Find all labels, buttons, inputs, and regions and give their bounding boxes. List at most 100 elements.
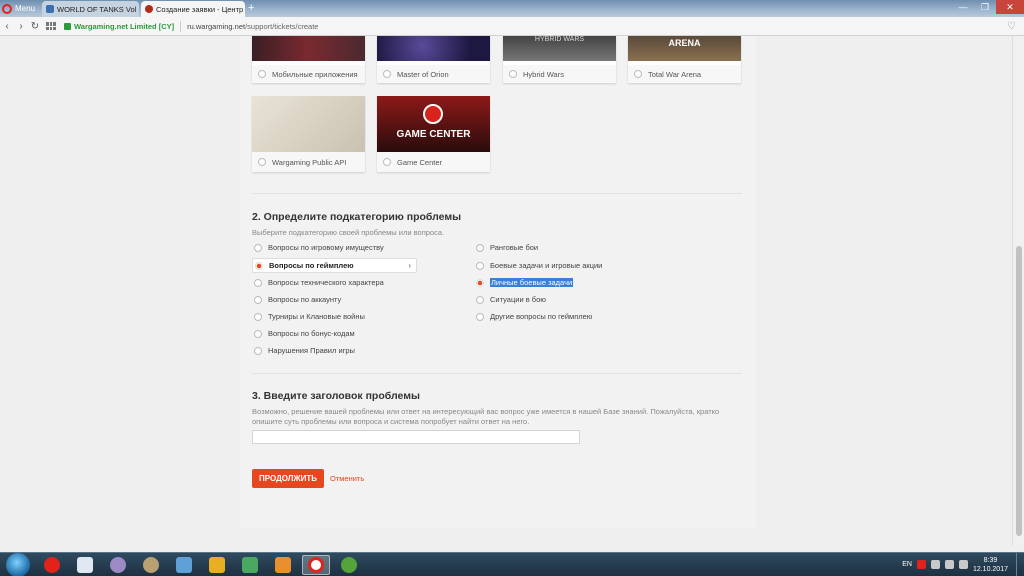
chevron-right-icon: › bbox=[408, 261, 411, 270]
option-radio[interactable] bbox=[476, 243, 484, 252]
game-label: Wargaming Public API bbox=[272, 157, 347, 167]
back-arrow-icon[interactable]: ‹ bbox=[0, 21, 14, 32]
address-separator bbox=[180, 20, 182, 32]
taskbar-app-icon[interactable] bbox=[104, 555, 132, 575]
continue-button[interactable]: ПРОДОЛЖИТЬ bbox=[252, 469, 324, 488]
taskbar-opera-icon[interactable] bbox=[302, 554, 330, 575]
game-radio[interactable] bbox=[509, 70, 517, 78]
game-card-game-center[interactable]: GAME CENTER Game Center bbox=[377, 96, 490, 172]
start-button[interactable] bbox=[6, 552, 30, 576]
game-thumbnail: HYBRID WARS bbox=[503, 36, 616, 61]
url-path: /support/tickets/create bbox=[245, 21, 319, 31]
tray-app-icon[interactable] bbox=[916, 560, 926, 569]
subcategory-option[interactable]: Турниры и Клановые войны bbox=[254, 310, 365, 323]
subcategory-option[interactable]: Вопросы по игровому имуществу bbox=[254, 241, 384, 254]
game-label: Master of Orion bbox=[397, 69, 449, 79]
subcategory-option[interactable]: Нарушения Правил игры bbox=[254, 344, 355, 357]
windows-taskbar: EN 8:39 12.10.2017 bbox=[0, 552, 1024, 576]
taskbar-app-icon[interactable] bbox=[170, 555, 198, 575]
tab-create-ticket[interactable]: Создание заявки - Центр ✕ bbox=[141, 1, 245, 17]
game-label: Total War Arena bbox=[648, 69, 702, 79]
section2-title: 2. Определите подкатегорию проблемы bbox=[252, 211, 462, 223]
opera-menu-button[interactable]: Menu bbox=[2, 1, 40, 16]
thumb-text: GAME CENTER bbox=[396, 129, 471, 140]
taskbar-app-icon[interactable] bbox=[137, 555, 165, 575]
subcategory-option[interactable]: Вопросы по аккаунту bbox=[254, 293, 341, 306]
page-scrollbar[interactable] bbox=[1012, 36, 1024, 546]
game-card-hybrid-wars[interactable]: HYBRID WARS Hybrid Wars bbox=[503, 36, 616, 83]
option-label: Вопросы по аккаунту bbox=[268, 295, 342, 304]
option-radio[interactable] bbox=[476, 278, 484, 287]
close-window-icon[interactable]: ✕ bbox=[996, 0, 1024, 14]
secure-site-label[interactable]: Wargaming.net Limited [CY] bbox=[74, 22, 174, 31]
tab-world-of-tanks[interactable]: WORLD OF TANKS Vol 1: ✕ bbox=[42, 1, 139, 17]
game-label: Мобильные приложения bbox=[272, 69, 358, 79]
option-radio[interactable] bbox=[476, 312, 484, 321]
option-label: Личные боевые задачи bbox=[490, 278, 574, 287]
lock-icon[interactable] bbox=[64, 22, 71, 30]
detail-option[interactable]: Ситуации в бою bbox=[476, 293, 546, 306]
detail-option-selected[interactable]: Личные боевые задачи bbox=[476, 276, 574, 289]
tray-network-icon[interactable] bbox=[944, 560, 954, 569]
subcategory-option[interactable]: Вопросы технического характера bbox=[254, 276, 384, 289]
tray-flag-icon[interactable] bbox=[930, 560, 940, 569]
taskbar-utorrent-icon[interactable] bbox=[335, 555, 363, 575]
game-card-master-of-orion[interactable]: Master of Orion bbox=[377, 36, 490, 83]
maximize-icon[interactable]: ❐ bbox=[974, 0, 996, 14]
system-tray: EN 8:39 12.10.2017 bbox=[902, 556, 1016, 574]
forward-arrow-icon[interactable]: › bbox=[14, 21, 28, 32]
game-card-public-api[interactable]: Wargaming Public API bbox=[252, 96, 365, 172]
game-thumbnail bbox=[252, 36, 365, 61]
language-indicator[interactable]: EN bbox=[902, 561, 912, 568]
taskbar-app-icon[interactable] bbox=[269, 555, 297, 575]
option-radio[interactable] bbox=[254, 312, 262, 321]
taskbar-app-icon[interactable] bbox=[71, 555, 99, 575]
game-radio[interactable] bbox=[258, 70, 266, 78]
taskbar-clock[interactable]: 8:39 12.10.2017 bbox=[973, 556, 1008, 574]
game-card-mobile[interactable]: Мобильные приложения bbox=[252, 36, 365, 83]
option-radio[interactable] bbox=[255, 261, 263, 270]
minimize-icon[interactable]: — bbox=[952, 0, 974, 14]
taskbar-app-icon[interactable] bbox=[38, 555, 66, 575]
detail-option[interactable]: Ранговые бои bbox=[476, 241, 538, 254]
game-label: Game Center bbox=[397, 157, 443, 167]
game-thumbnail: ARENA bbox=[628, 36, 741, 61]
option-radio[interactable] bbox=[476, 261, 484, 270]
subcategory-option-selected[interactable]: Вопросы по геймплею › bbox=[252, 258, 417, 273]
scroll-thumb[interactable] bbox=[1016, 246, 1022, 536]
game-radio[interactable] bbox=[634, 70, 642, 78]
cancel-link[interactable]: Отменить bbox=[330, 474, 364, 483]
option-radio[interactable] bbox=[254, 295, 262, 304]
detail-option[interactable]: Боевые задачи и игровые акции bbox=[476, 259, 602, 272]
game-radio[interactable] bbox=[383, 70, 391, 78]
thumb-text: HYBRID WARS bbox=[534, 36, 585, 43]
section3-description: Возможно, решение вашей проблемы или отв… bbox=[252, 407, 720, 426]
tray-volume-icon[interactable] bbox=[958, 560, 968, 569]
section2-subtitle: Выберите подкатегорию своей проблемы или… bbox=[252, 228, 445, 237]
url-domain: ru.wargaming.net bbox=[187, 21, 246, 31]
option-radio[interactable] bbox=[254, 329, 262, 338]
detail-option[interactable]: Другие вопросы по геймплею bbox=[476, 310, 592, 323]
option-radio[interactable] bbox=[476, 295, 484, 304]
reload-icon[interactable]: ↻ bbox=[28, 21, 42, 32]
url-field[interactable]: ru.wargaming.net/support/tickets/create bbox=[187, 22, 318, 31]
show-desktop-button[interactable] bbox=[1016, 552, 1024, 576]
subcategory-option[interactable]: Вопросы по бонус-кодам bbox=[254, 327, 355, 340]
bookmark-heart-icon[interactable]: ♡ bbox=[1007, 21, 1016, 32]
game-radio[interactable] bbox=[383, 158, 391, 166]
speed-dial-icon[interactable] bbox=[46, 22, 56, 30]
option-radio[interactable] bbox=[254, 278, 262, 287]
problem-title-input[interactable] bbox=[252, 430, 580, 444]
section3-title: 3. Введите заголовок проблемы bbox=[252, 390, 420, 402]
option-label: Турниры и Клановые войны bbox=[268, 312, 365, 321]
game-radio[interactable] bbox=[258, 158, 266, 166]
option-radio[interactable] bbox=[254, 346, 262, 355]
taskbar-app-icon[interactable] bbox=[236, 555, 264, 575]
tab-title: WORLD OF TANKS Vol 1: bbox=[57, 4, 139, 14]
game-card-total-war-arena[interactable]: ARENA Total War Arena bbox=[628, 36, 741, 83]
taskbar-app-icon[interactable] bbox=[203, 555, 231, 575]
option-label: Вопросы по геймплею bbox=[269, 261, 354, 270]
option-radio[interactable] bbox=[254, 243, 262, 252]
clock-time: 8:39 bbox=[983, 556, 998, 564]
new-tab-button[interactable]: + bbox=[248, 2, 254, 14]
